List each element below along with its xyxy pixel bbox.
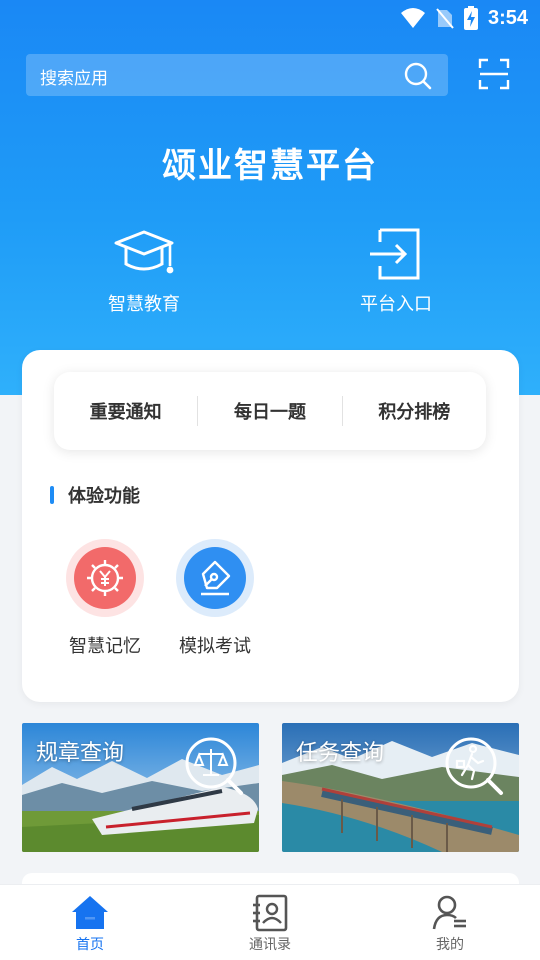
search-input[interactable]: 搜索应用 [26, 54, 448, 96]
scan-icon[interactable] [478, 58, 510, 90]
banner-rules-query[interactable]: 规章查询 [22, 723, 259, 852]
hero-header: 3:54 搜索应用 颂业智慧平台 智慧教育 平台入口 [0, 0, 540, 395]
walker-search-icon [445, 737, 503, 795]
search-icon[interactable] [404, 62, 432, 90]
feature-label: 模拟考试 [179, 636, 251, 657]
nav-label: 首页 [76, 937, 104, 953]
feature-label: 智慧记忆 [69, 636, 141, 657]
nav-label: 通讯录 [249, 937, 291, 953]
status-time: 3:54 [487, 6, 528, 29]
nav-home[interactable]: 首页 [0, 885, 180, 960]
banner-title: 任务查询 [296, 741, 385, 766]
feature-mock-exam[interactable]: 模拟考试 [165, 538, 265, 658]
profile-icon [432, 895, 466, 930]
banner-title: 规章查询 [36, 741, 125, 766]
wifi-icon [400, 8, 425, 28]
quick-entry-platform[interactable]: 平台入口 [326, 226, 466, 316]
status-bar: 3:54 [0, 0, 540, 36]
page-title: 颂业智慧平台 [162, 146, 378, 186]
search-placeholder: 搜索应用 [40, 69, 108, 89]
section-title: 体验功能 [68, 486, 140, 507]
tab-daily-question[interactable]: 每日一题 [198, 398, 341, 424]
tab-points-ranking[interactable]: 积分排榜 [343, 398, 486, 424]
nav-profile[interactable]: 我的 [360, 885, 540, 960]
scale-search-icon [185, 737, 243, 795]
pen-icon [176, 539, 254, 617]
nav-contacts[interactable]: 通讯录 [180, 885, 360, 960]
status-icons: 3:54 [400, 6, 528, 30]
login-icon [370, 228, 420, 280]
banner-task-query[interactable]: 任务查询 [282, 723, 519, 852]
quick-entry-education[interactable]: 智慧教育 [74, 226, 214, 316]
feature-smart-memory[interactable]: 智慧记忆 [55, 538, 155, 658]
tab-important-notice[interactable]: 重要通知 [54, 398, 197, 424]
quick-entry-label: 智慧教育 [108, 294, 180, 315]
graduation-cap-icon [114, 230, 174, 274]
nav-label: 我的 [436, 937, 464, 953]
section-header: 体验功能 [50, 482, 140, 508]
tab-panel: 重要通知 每日一题 积分排榜 [54, 372, 486, 450]
gear-yuan-icon [66, 539, 144, 617]
quick-entry-label: 平台入口 [360, 294, 432, 315]
bottom-nav: 首页 通讯录 我的 [0, 884, 540, 960]
home-icon [72, 896, 108, 929]
no-sim-icon [436, 8, 454, 29]
battery-charging-icon [463, 6, 478, 30]
section-marker [50, 486, 54, 504]
main-card: 重要通知 每日一题 积分排榜 体验功能 智慧记忆 模拟考试 [22, 350, 519, 702]
contacts-icon [253, 894, 288, 932]
